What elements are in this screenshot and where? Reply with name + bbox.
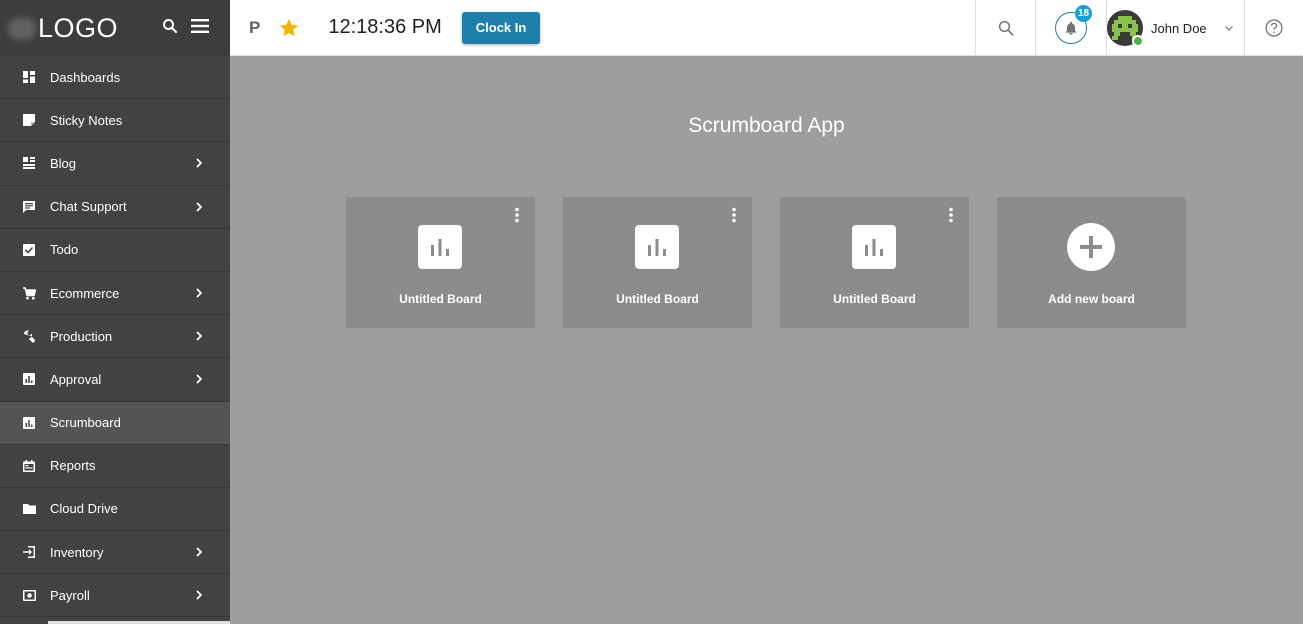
board-title: Untitled Board (399, 292, 482, 306)
login-icon (22, 545, 36, 559)
chevron-right-icon (196, 590, 203, 600)
board-list: Untitled Board Untitled Board Untitled B… (346, 197, 1186, 328)
main-content: Scrumboard App Untitled Board Untitled B… (230, 56, 1303, 624)
sidebar-item-ecommerce[interactable]: Ecommerce (0, 272, 230, 316)
top-search-button[interactable] (975, 0, 1035, 56)
more-vert-icon[interactable] (511, 207, 523, 223)
sidebar-item-dashboards[interactable]: Dashboards (0, 56, 230, 100)
chart-icon (22, 372, 36, 386)
chevron-down-icon (1224, 26, 1233, 31)
notifications-button[interactable]: 18 (1035, 0, 1106, 56)
menu-icon[interactable] (190, 16, 210, 36)
sidebar-nav: Dashboards Sticky Notes Blog Chat Suppor… (0, 56, 230, 618)
sidebar-item-label: Todo (50, 242, 79, 258)
board-card[interactable]: Untitled Board (780, 197, 969, 328)
calendar-icon (22, 459, 36, 473)
clock-in-button[interactable]: Clock In (461, 11, 541, 44)
sidebar-item-label: Blog (50, 155, 77, 171)
sidebar-item-label: Cloud Drive (50, 501, 118, 517)
sidebar-item-label: Ecommerce (50, 285, 120, 301)
user-name: John Doe (1151, 20, 1207, 36)
sidebar-item-production[interactable]: Production (0, 315, 230, 359)
topbar: P 12:18:36 PM Clock In 18 John Doe (230, 0, 1303, 56)
board-chart-icon (852, 225, 896, 269)
chevron-right-icon (196, 547, 203, 557)
sidebar-item-label: Production (50, 328, 113, 344)
chevron-right-icon (196, 374, 203, 384)
more-vert-icon[interactable] (728, 207, 740, 223)
logo-mark (8, 18, 36, 40)
board-card[interactable]: Untitled Board (563, 197, 752, 328)
checkbox-icon (22, 243, 36, 257)
bell-icon (1065, 21, 1077, 35)
search-icon[interactable] (160, 16, 180, 36)
chevron-right-icon (196, 201, 203, 212)
online-status-icon (1132, 35, 1144, 47)
sticky-note-icon (22, 113, 36, 127)
sidebar-item-blog[interactable]: Blog (0, 142, 230, 186)
sidebar-item-label: Sticky Notes (50, 112, 123, 128)
chevron-right-icon (196, 158, 203, 169)
clock-time: 12:18:36 PM (328, 16, 442, 38)
add-board-label: Add new board (1048, 292, 1135, 306)
cart-icon (22, 286, 36, 300)
logo-bar: LOGO (0, 0, 230, 56)
blog-icon (22, 156, 36, 170)
board-title: Untitled Board (833, 292, 916, 306)
sidebar: LOGO Dashboards Sticky Notes Blog Chat S… (0, 0, 390, 624)
sidebar-item-label: Approval (50, 371, 102, 387)
sidebar-item-payroll[interactable]: Payroll (0, 574, 230, 618)
sidebar-item-label: Payroll (50, 587, 90, 603)
help-button[interactable] (1244, 0, 1303, 56)
sidebar-item-chat-support[interactable]: Chat Support (0, 186, 230, 229)
sidebar-item-todo[interactable]: Todo (0, 229, 230, 272)
star-icon[interactable] (278, 17, 300, 39)
search-icon (998, 20, 1014, 36)
sidebar-item-inventory[interactable]: Inventory (0, 531, 230, 575)
board-chart-icon (635, 225, 679, 269)
sidebar-item-label: Reports (50, 458, 96, 474)
wrench-icon (22, 329, 36, 343)
money-icon (22, 588, 36, 602)
sidebar-item-cloud-drive[interactable]: Cloud Drive (0, 488, 230, 532)
sidebar-item-label: Chat Support (50, 199, 127, 215)
notification-count-badge: 18 (1075, 5, 1092, 22)
page-title: Scrumboard App (688, 114, 845, 137)
chart-icon (22, 416, 36, 430)
sidebar-item-scrumboard[interactable]: Scrumboard (0, 401, 230, 445)
chat-icon (22, 200, 36, 214)
sidebar-item-sticky-notes[interactable]: Sticky Notes (0, 99, 230, 143)
chevron-right-icon (196, 331, 203, 341)
sidebar-item-label: Dashboards (50, 69, 121, 85)
board-chart-icon (418, 225, 462, 269)
sidebar-item-reports[interactable]: Reports (0, 445, 230, 488)
add-board-card[interactable]: Add new board (997, 197, 1186, 328)
avatar (1107, 10, 1144, 47)
p-label[interactable]: P (249, 18, 260, 38)
user-menu[interactable]: John Doe (1106, 0, 1244, 56)
sidebar-item-label: Scrumboard (50, 415, 121, 431)
more-vert-icon[interactable] (945, 207, 957, 223)
dashboard-icon (22, 70, 36, 84)
logo[interactable]: LOGO (38, 13, 118, 44)
folder-icon (22, 502, 36, 516)
board-title: Untitled Board (616, 292, 699, 306)
chevron-right-icon (196, 288, 203, 298)
help-icon (1265, 19, 1283, 37)
board-card[interactable]: Untitled Board (346, 197, 535, 328)
plus-icon (1067, 223, 1115, 271)
sidebar-item-label: Inventory (50, 544, 104, 560)
sidebar-item-approval[interactable]: Approval (0, 358, 230, 402)
